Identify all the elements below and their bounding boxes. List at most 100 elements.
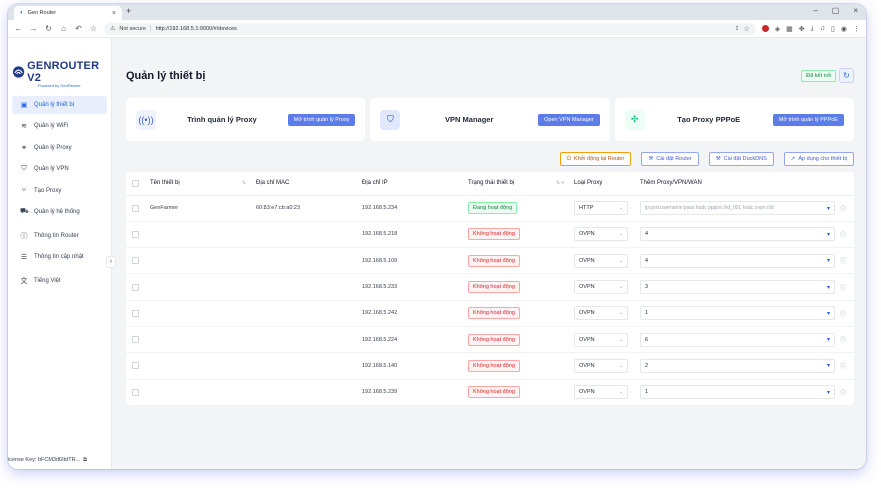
sidebar-item-devices[interactable]: ▣ Quản lý thiết bị: [12, 96, 107, 114]
open-vpn-manager-button[interactable]: Open VPN Manager: [538, 113, 600, 126]
proxy-value-select[interactable]: 1 ▾: [640, 306, 835, 321]
info-icon[interactable]: ⓘ: [840, 388, 846, 397]
proxy-type-select[interactable]: OVPN ⌄: [574, 358, 628, 373]
filter-icon[interactable]: ⇅ ▾: [556, 180, 564, 186]
proxy-value-select[interactable]: 3 ▾: [640, 280, 835, 295]
info-icon[interactable]: ⓘ: [840, 230, 846, 239]
status-cell: Không hoạt động: [464, 273, 570, 301]
col-ip: Địa chỉ IP: [358, 172, 464, 196]
row-checkbox[interactable]: [132, 309, 139, 317]
refresh-button[interactable]: ↻: [839, 68, 854, 83]
bookmark-star-icon[interactable]: ☆: [89, 24, 98, 33]
proxy-value-select[interactable]: 2 ▾: [640, 358, 835, 373]
row-checkbox[interactable]: [132, 388, 139, 396]
row-checkbox[interactable]: [132, 257, 139, 265]
maximize-icon[interactable]: ▢: [832, 6, 840, 15]
row-checkbox[interactable]: [132, 283, 139, 291]
proxy-value-select[interactable]: 1 ▾: [640, 385, 835, 400]
caret-down-icon: ▾: [826, 363, 830, 370]
row-select-cell: [126, 221, 146, 249]
browser-tab[interactable]: ◐ Gen Router ×: [14, 6, 122, 20]
app-root: GENROUTER V2 Powered by GenFarmer ▣ Quản…: [8, 38, 866, 469]
devices-icon: ▣: [20, 102, 28, 109]
ip-address: 192.168.5.224: [358, 326, 464, 354]
download-icon[interactable]: ⤓: [811, 25, 814, 33]
sidebar-item-wifi[interactable]: ≋ Quản lý WiFi: [12, 117, 107, 135]
install-duckdns-button[interactable]: ⚒ Cài đặt DuckDNS: [708, 152, 774, 166]
row-checkbox[interactable]: [132, 204, 139, 212]
chevron-down-icon: ⌄: [618, 336, 623, 343]
proxy-type-select[interactable]: OVPN ⌄: [574, 332, 628, 347]
copy-icon[interactable]: ⧉: [83, 457, 87, 464]
sidepanel-icon[interactable]: ▯: [831, 25, 835, 33]
proxy-type-select[interactable]: HTTP ⌄: [574, 201, 628, 216]
close-icon[interactable]: ×: [112, 10, 116, 17]
share-icon[interactable]: ⇪: [734, 25, 739, 32]
minimize-icon[interactable]: –: [813, 6, 817, 15]
sidebar-item-create-proxy[interactable]: ⑂ Tạo Proxy: [12, 182, 107, 200]
install-router-button[interactable]: ⚒ Cài đặt Router: [641, 152, 699, 166]
table-row: GenFarmer 60:83:e7:cb:a0:23 192.168.5.234 Đ…: [126, 195, 854, 222]
reload-icon[interactable]: ↻: [44, 24, 53, 33]
info-icon[interactable]: ⓘ: [840, 204, 846, 213]
info-icon[interactable]: ⓘ: [840, 361, 846, 370]
proxy-value-select[interactable]: 6 ▾: [640, 332, 835, 347]
puzzle-icon[interactable]: ✥: [799, 25, 805, 33]
proxy-type-cell: OVPN ⌄: [570, 247, 636, 275]
sort-icon[interactable]: ⇅: [242, 180, 246, 186]
sidebar-item-updates[interactable]: ☰ Thông tin cập nhật: [12, 248, 107, 266]
sidebar-item-system[interactable]: ⛟ Quản lý hệ thống: [12, 203, 107, 221]
info-icon[interactable]: ⓘ: [840, 335, 846, 344]
home-icon[interactable]: ⌂: [59, 24, 68, 33]
tool-cards: ((•)) Trình quản lý Proxy Mở trình quản …: [126, 98, 854, 141]
sidebar-item-vpn[interactable]: ⛉ Quản lý VPN: [12, 160, 107, 178]
new-tab-icon[interactable]: +: [126, 6, 131, 16]
apply-devices-button[interactable]: ➚ Áp dụng cho thiết bị: [783, 152, 854, 166]
row-checkbox[interactable]: [132, 230, 139, 238]
info-icon[interactable]: ⓘ: [840, 283, 846, 292]
col-status[interactable]: Trạng thái thiết bị ⇅ ▾: [464, 172, 570, 196]
url-text[interactable]: http://192.168.5.1:9000/#/devices: [156, 26, 731, 32]
info-icon[interactable]: ⓘ: [840, 309, 846, 318]
sidebar-item-language[interactable]: 文 Tiếng Việt: [12, 272, 107, 290]
sidebar-item-label: Thông tin cập nhật: [34, 254, 84, 261]
sidebar-item-proxy[interactable]: ⚭ Quản lý Proxy: [12, 139, 107, 157]
proxy-value-select[interactable]: ip:port:username:pass hoặc pppoe://id_00…: [640, 201, 835, 216]
undo-icon[interactable]: ↶: [74, 24, 83, 33]
mac-address: [252, 379, 358, 406]
star-icon[interactable]: ☆: [744, 25, 750, 33]
proxy-type-select[interactable]: OVPN ⌄: [574, 306, 628, 321]
proxy-value-select[interactable]: 4 ▾: [640, 227, 835, 242]
proxy-value-select[interactable]: 4 ▾: [640, 253, 835, 268]
row-checkbox[interactable]: [132, 336, 139, 344]
forward-icon[interactable]: →: [29, 24, 38, 33]
select-all-checkbox[interactable]: [132, 179, 139, 187]
row-checkbox[interactable]: [132, 362, 139, 370]
send-icon: ➚: [790, 156, 796, 162]
shield-ext-icon[interactable]: ◈: [775, 25, 780, 33]
restart-router-button[interactable]: ⏻ Khởi động lại Router: [559, 152, 632, 166]
info-icon[interactable]: ⓘ: [840, 256, 846, 265]
row-select-cell: [126, 195, 146, 222]
col-device-name[interactable]: Tên thiết bị ⇅: [146, 172, 252, 196]
proxy-type-select[interactable]: OVPN ⌄: [574, 227, 628, 242]
proxy-type-cell: OVPN ⌄: [570, 300, 636, 327]
profile-icon[interactable]: ◉: [841, 25, 847, 33]
address-bar[interactable]: ⚠ Not secure | http://192.168.5.1:9000/#…: [104, 22, 756, 35]
proxy-type-select[interactable]: OVPN ⌄: [574, 280, 628, 295]
media-icon[interactable]: ♫: [820, 25, 825, 32]
sidebar-item-router-info[interactable]: ⓘ Thông tin Router: [12, 227, 107, 245]
status-badge: Không hoạt động: [468, 333, 520, 346]
close-window-icon[interactable]: ×: [853, 6, 858, 15]
extension-icon[interactable]: [761, 25, 769, 32]
open-proxy-manager-button[interactable]: Mở trình quản lý Proxy: [287, 113, 356, 126]
open-pppoe-manager-button[interactable]: Mở trình quản lý PPPoE: [772, 113, 844, 126]
menu-icon[interactable]: ⋮: [853, 25, 860, 33]
grid-ext-icon[interactable]: ▦: [786, 25, 793, 33]
chevron-down-icon: ⌄: [618, 362, 623, 369]
back-icon[interactable]: ←: [14, 24, 23, 33]
proxy-type-select[interactable]: OVPN ⌄: [574, 385, 628, 400]
status-cell: Không hoạt động: [464, 247, 570, 275]
proxy-type-select[interactable]: OVPN ⌄: [574, 253, 628, 268]
status-cell: Đang hoạt động: [464, 195, 570, 222]
